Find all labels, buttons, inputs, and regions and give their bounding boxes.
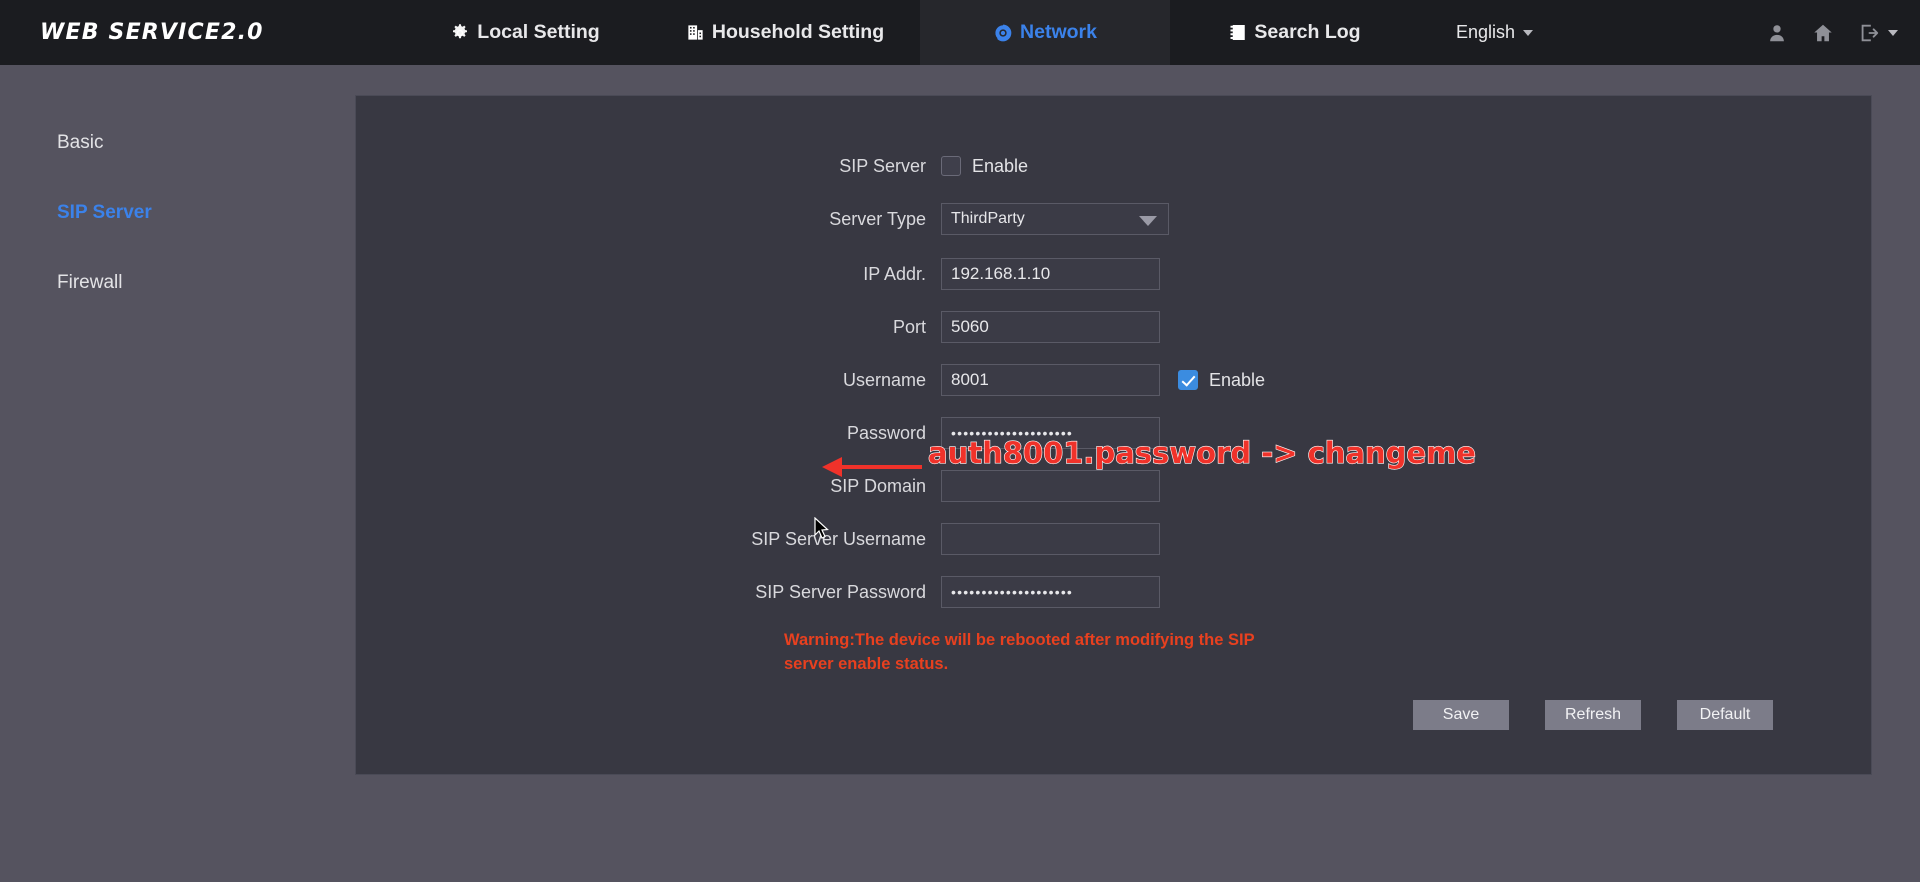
form-row-server-type: Server Type ThirdParty: [356, 197, 1871, 241]
language-label: English: [1456, 22, 1516, 42]
sip-domain-label: SIP Domain: [830, 475, 926, 496]
reboot-warning-text: Warning:The device will be rebooted afte…: [784, 631, 1255, 673]
language-selector[interactable]: English: [1456, 22, 1534, 43]
nav-tab-household-setting[interactable]: Household Setting: [650, 0, 920, 65]
sidebar: Basic SIP Server Firewall: [0, 65, 355, 882]
globe-icon: [993, 23, 1013, 43]
server-type-value: ThirdParty: [951, 210, 1025, 227]
sidebar-item-label: Firewall: [57, 272, 123, 293]
home-icon[interactable]: [1812, 22, 1834, 44]
form-row-port: Port: [356, 305, 1871, 349]
nav-tab-local-setting[interactable]: Local Setting: [400, 0, 650, 65]
nav-tab-label: Network: [1020, 21, 1097, 43]
log-book-icon: [1229, 23, 1247, 42]
sip-server-panel: SIP Server Enable Server Type ThirdParty: [355, 95, 1872, 775]
form-row-ip-addr: IP Addr.: [356, 252, 1871, 296]
sip-server-password-input[interactable]: [941, 576, 1160, 608]
sip-server-enable-label: Enable: [972, 155, 1029, 176]
chevron-down-icon: [1523, 29, 1534, 36]
chevron-down-icon: [1139, 216, 1157, 226]
nav-tab-label: Household Setting: [711, 21, 885, 43]
form-row-sip-domain: SIP Domain: [356, 464, 1871, 508]
sidebar-item-firewall[interactable]: Firewall: [0, 248, 355, 318]
sip-server-username-label: SIP Server Username: [751, 528, 926, 549]
mouse-cursor: [814, 516, 830, 546]
form-row-username: Username Enable: [356, 358, 1871, 402]
gear-icon: [450, 23, 470, 43]
username-enable-label: Enable: [1209, 369, 1266, 390]
nav-tab-network[interactable]: Network: [920, 0, 1170, 65]
default-button[interactable]: Default: [1677, 700, 1773, 730]
form-row-sip-server: SIP Server Enable: [356, 144, 1871, 188]
sip-domain-input[interactable]: [941, 470, 1160, 502]
logout-icon[interactable]: [1858, 22, 1880, 44]
username-label: Username: [842, 369, 926, 390]
form-row-password: Password: [356, 411, 1871, 455]
username-enable-checkbox[interactable]: [1178, 370, 1198, 390]
password-label: Password: [846, 422, 926, 443]
building-icon: [686, 23, 705, 42]
user-icon[interactable]: [1766, 22, 1788, 44]
server-type-label: Server Type: [829, 208, 926, 229]
nav-tab-search-log[interactable]: Search Log: [1170, 0, 1420, 65]
refresh-button[interactable]: Refresh: [1545, 700, 1641, 730]
form-action-buttons: Save Refresh Default: [1413, 700, 1773, 730]
page-body: Basic SIP Server Firewall SIP Server Ena…: [0, 65, 1920, 882]
username-input[interactable]: [941, 364, 1160, 396]
header-actions: [1766, 0, 1898, 65]
form-row-sip-server-password: SIP Server Password: [356, 570, 1871, 614]
server-type-select[interactable]: ThirdParty: [941, 203, 1169, 235]
port-input[interactable]: [941, 311, 1160, 343]
nav-tab-label: Search Log: [1254, 21, 1361, 43]
app-logo: WEB SERVICE2.0: [40, 20, 264, 45]
sidebar-item-sip-server[interactable]: SIP Server: [0, 178, 355, 248]
nav-tab-label: Local Setting: [477, 21, 600, 43]
sip-server-password-label: SIP Server Password: [755, 581, 926, 602]
sip-server-username-input[interactable]: [941, 523, 1160, 555]
top-navigation-bar: WEB SERVICE2.0 Local Setting Household S…: [0, 0, 1920, 65]
password-input[interactable]: [941, 417, 1160, 449]
sip-server-form: SIP Server Enable Server Type ThirdParty: [356, 144, 1871, 688]
sidebar-item-basic[interactable]: Basic: [0, 108, 355, 178]
sidebar-item-label: Basic: [57, 132, 104, 153]
ip-addr-input[interactable]: [941, 258, 1160, 290]
main-nav: Local Setting Household Setting Network …: [400, 0, 1420, 65]
chevron-down-icon[interactable]: [1888, 29, 1898, 36]
port-label: Port: [892, 316, 926, 337]
sidebar-item-label: SIP Server: [57, 202, 152, 223]
sip-server-label: SIP Server: [839, 155, 926, 176]
form-row-sip-server-username: SIP Server Username: [356, 517, 1871, 561]
save-button[interactable]: Save: [1413, 700, 1509, 730]
ip-addr-label: IP Addr.: [863, 263, 926, 284]
sip-server-enable-checkbox[interactable]: [941, 156, 961, 176]
